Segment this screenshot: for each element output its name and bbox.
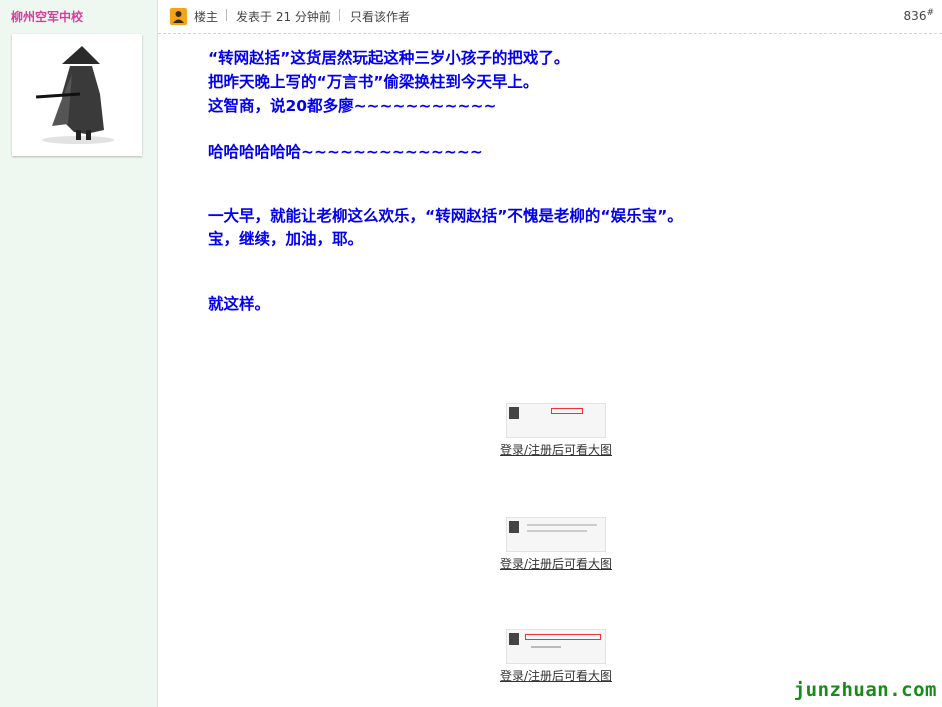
avatar[interactable] — [12, 34, 142, 156]
floor-number[interactable]: 836# — [904, 8, 934, 23]
site-watermark: junzhuan.com — [793, 679, 937, 701]
attachment: 登录/注册后可看大图 — [500, 403, 612, 458]
content-line: 一大早，就能让老柳这么欢乐，“转网赵括”不愧是老柳的“娱乐宝”。 — [208, 207, 683, 225]
author-only-link[interactable]: 只看该作者 — [350, 8, 410, 25]
author-username[interactable]: 柳州空军中校 — [11, 8, 83, 25]
posted-time: 发表于 21 分钟前 — [236, 10, 331, 24]
role-label: 楼主 — [194, 10, 219, 24]
author-sidebar: 柳州空军中校 — [0, 0, 158, 707]
login-to-view-link[interactable]: 登录/注册后可看大图 — [500, 555, 612, 572]
login-to-view-link[interactable]: 登录/注册后可看大图 — [500, 441, 612, 458]
post-header: 楼主 发表于 21 分钟前 只看该作者 836# — [158, 0, 942, 34]
content-line: 就这样。 — [208, 295, 271, 313]
content-line: “转网赵括”这货居然玩起这种三岁小孩子的把戏了。 — [208, 49, 570, 67]
content-line: 这智商，说20都多廖~~~~~~~~~~~ — [208, 97, 497, 115]
attachment: 登录/注册后可看大图 — [500, 517, 612, 572]
attachment: 登录/注册后可看大图 — [500, 629, 612, 684]
login-to-view-link[interactable]: 登录/注册后可看大图 — [500, 667, 612, 684]
user-icon — [170, 8, 187, 25]
divider — [226, 9, 227, 21]
attachment-thumbnail[interactable] — [506, 629, 606, 664]
attachment-thumbnail[interactable] — [506, 403, 606, 438]
attachment-thumbnail[interactable] — [506, 517, 606, 552]
content-line: 把昨天晚上写的“万言书”偷梁换柱到今天早上。 — [208, 73, 539, 91]
content-line: 哈哈哈哈哈哈~~~~~~~~~~~~~~ — [208, 143, 483, 161]
divider — [339, 9, 340, 21]
content-line: 宝，继续，加油，耶。 — [208, 230, 364, 248]
